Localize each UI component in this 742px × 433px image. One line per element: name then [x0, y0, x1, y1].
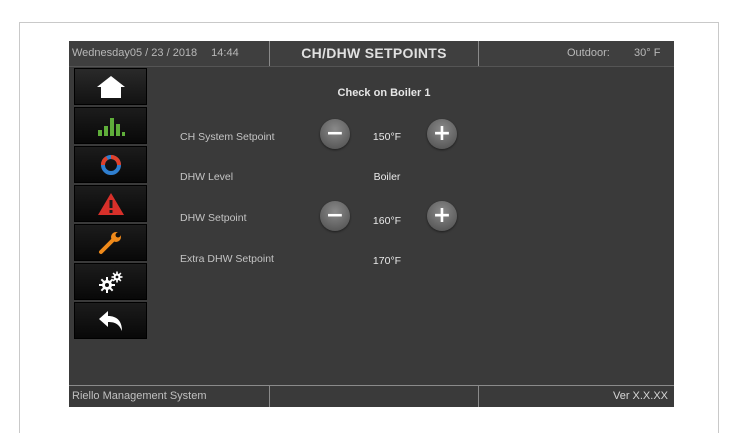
wrench-icon	[98, 231, 121, 254]
plus-icon: +	[432, 203, 452, 228]
bottom-bar: Riello Management System Ver X.X.XX	[69, 385, 674, 407]
extra-dhw-setpoint-label: Extra DHW Setpoint	[180, 253, 274, 265]
plus-icon: +	[432, 121, 452, 146]
clock-time: 14:44	[211, 47, 239, 59]
page-title: CH/DHW SETPOINTS	[270, 41, 479, 66]
sidebar-nav	[74, 68, 147, 341]
bar-chart-icon	[97, 117, 125, 136]
system-name: Riello Management System	[69, 386, 270, 407]
ch-setpoint-increase-button[interactable]: +	[427, 119, 457, 149]
top-bar: Wednesday05 / 23 / 2018 14:44 CH/DHW SETP…	[69, 41, 674, 67]
back-arrow-icon	[98, 310, 122, 331]
gears-icon	[98, 271, 122, 293]
ch-system-setpoint-label: CH System Setpoint	[180, 131, 275, 143]
hmi-screen: Wednesday05 / 23 / 2018 14:44 CH/DHW SETP…	[69, 41, 674, 407]
sidebar-item-service[interactable]	[74, 224, 147, 261]
home-icon	[96, 75, 125, 98]
dhw-setpoint-label: DHW Setpoint	[180, 212, 247, 224]
outdoor-temperature: Outdoor: 30° F	[479, 41, 674, 66]
status-message	[270, 386, 479, 407]
dhw-level-value: Boiler	[373, 171, 401, 183]
outdoor-value: 30° F	[634, 47, 661, 59]
sidebar-item-settings[interactable]	[74, 263, 147, 300]
ch-system-setpoint-value: 150°F	[372, 131, 402, 143]
dhw-setpoint-decrease-button[interactable]: −	[320, 201, 350, 231]
refresh-ring-icon	[100, 154, 121, 175]
version-label: Ver X.X.XX	[612, 390, 668, 402]
minus-icon: −	[325, 203, 345, 228]
minus-icon: −	[325, 121, 345, 146]
warning-icon	[97, 192, 124, 215]
dhw-level-label: DHW Level	[180, 171, 234, 183]
date: 05 / 23 / 2018	[129, 47, 198, 59]
ch-setpoint-decrease-button[interactable]: −	[320, 119, 350, 149]
weekday: Wednesday	[72, 47, 130, 59]
dhw-setpoint-value: 160°F	[372, 215, 402, 227]
sidebar-item-cycle[interactable]	[74, 146, 147, 183]
outdoor-label: Outdoor:	[567, 47, 610, 59]
sidebar-item-home[interactable]	[74, 68, 147, 105]
sidebar-item-back[interactable]	[74, 302, 147, 339]
sidebar-item-alarms[interactable]	[74, 185, 147, 222]
boiler-heading: Check on Boiler 1	[337, 87, 431, 99]
extra-dhw-setpoint-value: 170°F	[372, 255, 402, 267]
date-time-display: Wednesday05 / 23 / 2018 14:44	[69, 41, 270, 66]
sidebar-item-statistics[interactable]	[74, 107, 147, 144]
dhw-setpoint-increase-button[interactable]: +	[427, 201, 457, 231]
